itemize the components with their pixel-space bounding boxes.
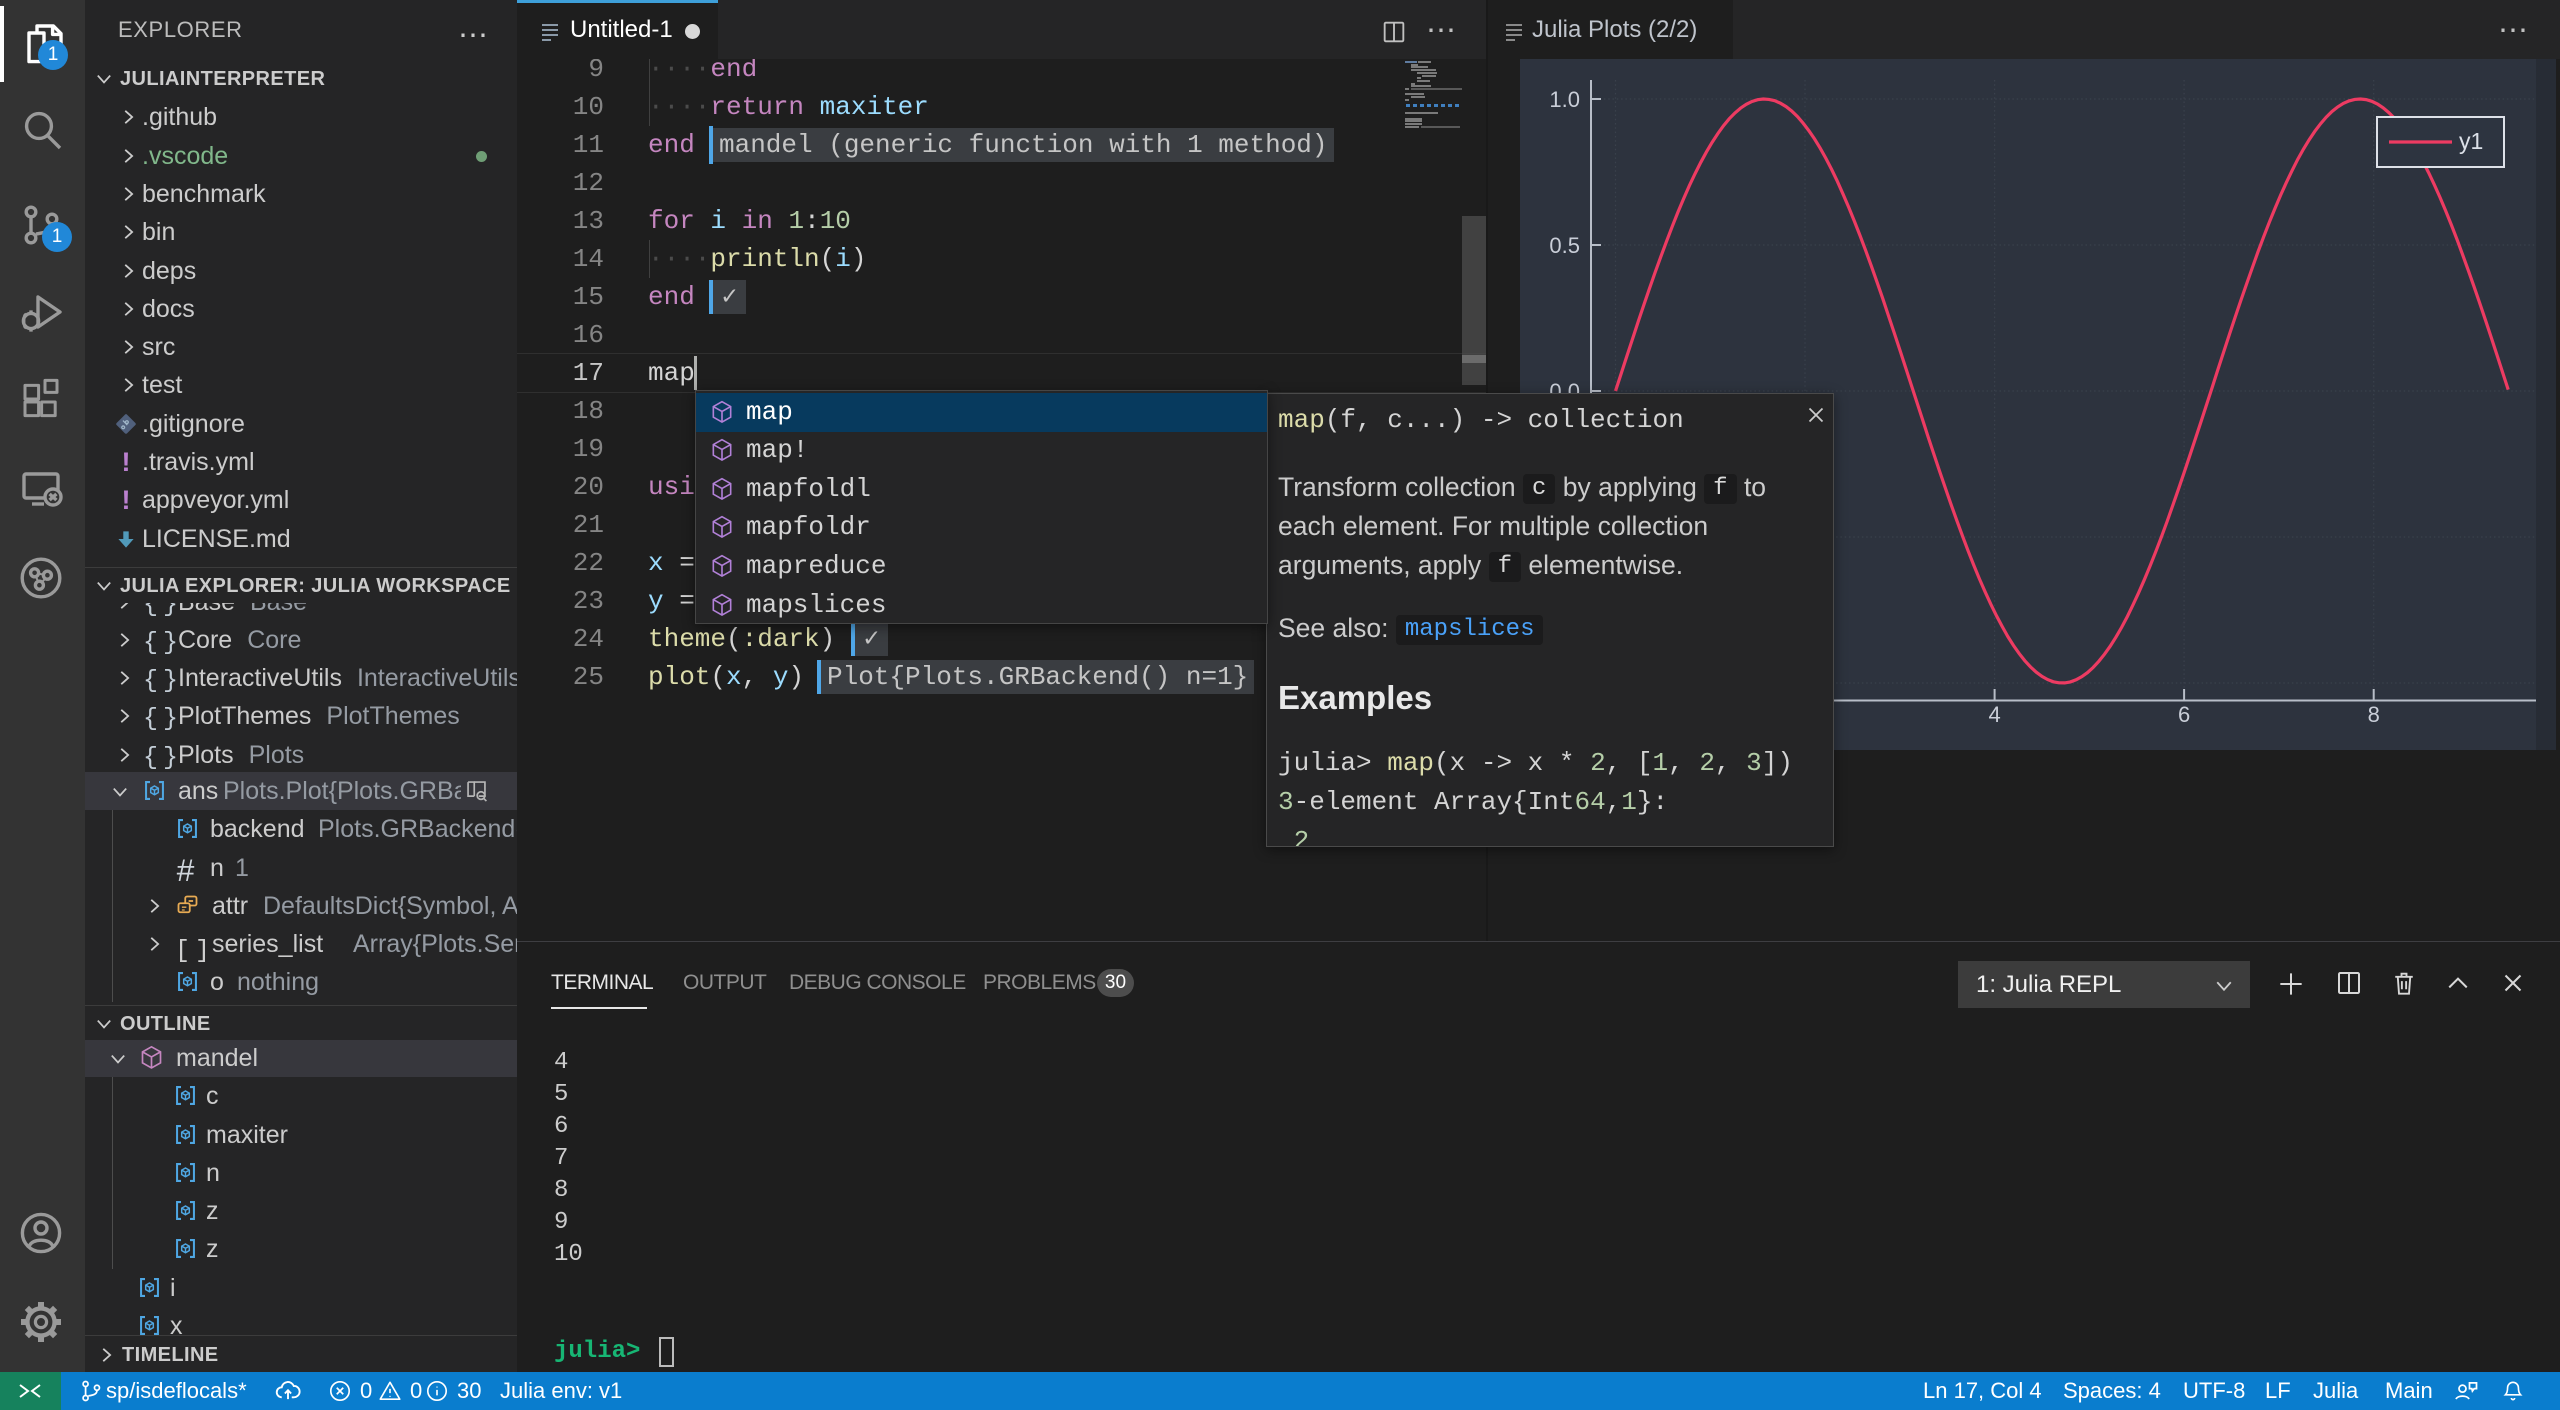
svg-text:6: 6	[2178, 702, 2190, 727]
svg-text:4: 4	[1988, 702, 2000, 727]
svg-text:1.0: 1.0	[1549, 87, 1580, 112]
svg-text:y1: y1	[2459, 128, 2483, 154]
svg-text:0.5: 0.5	[1549, 233, 1580, 258]
svg-text:8: 8	[2368, 702, 2380, 727]
